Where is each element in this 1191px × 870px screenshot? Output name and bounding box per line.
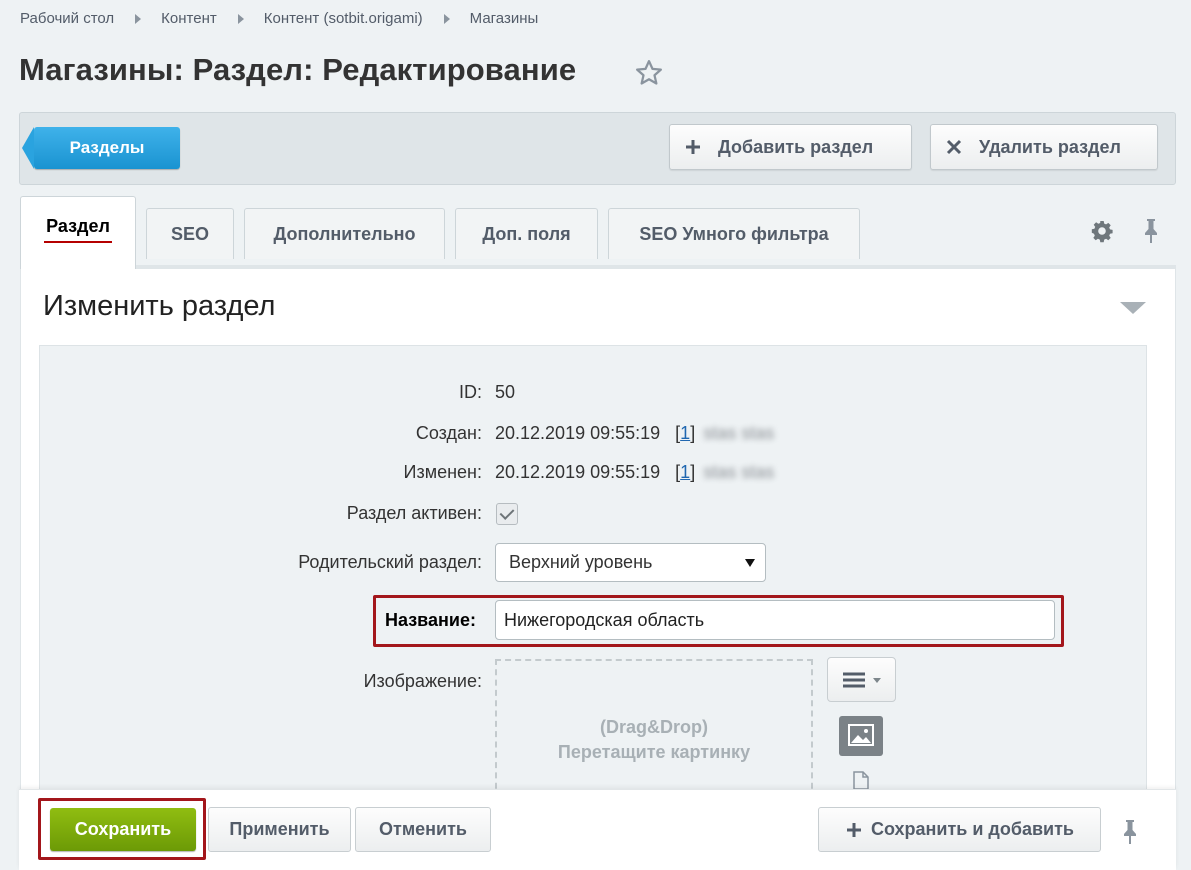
parent-section-label: Родительский раздел: <box>298 552 482 572</box>
image-dropzone[interactable]: (Drag&Drop) Перетащите картинку <box>495 659 813 799</box>
created-label: Создан: <box>415 423 482 443</box>
apply-label: Применить <box>229 819 330 839</box>
page-title: Магазины: Раздел: Редактирование <box>19 52 577 87</box>
add-section-label: Добавить раздел <box>718 136 874 157</box>
name-input[interactable] <box>495 600 1055 640</box>
modified-label: Изменен: <box>403 462 482 482</box>
active-label: Раздел активен: <box>346 503 482 523</box>
pin-icon[interactable] <box>1141 218 1161 244</box>
file-icon[interactable] <box>851 771 871 789</box>
tab-extra-fields[interactable]: Доп. поля <box>455 208 598 259</box>
created-user-link[interactable]: 1 <box>680 423 690 443</box>
star-icon[interactable] <box>634 58 664 88</box>
cancel-button[interactable]: Отменить <box>355 807 491 852</box>
breadcrumb-separator-icon <box>237 13 244 24</box>
name-label: Название: <box>385 610 476 630</box>
plus-icon <box>686 140 700 154</box>
gear-icon[interactable] <box>1090 219 1114 243</box>
sections-button-label: Разделы <box>69 138 145 157</box>
active-checkbox[interactable] <box>496 503 518 525</box>
apply-button[interactable]: Применить <box>208 807 351 852</box>
tab-seo-label: SEO <box>170 223 209 244</box>
tab-seo-smart-filter[interactable]: SEO Умного фильтра <box>608 208 860 259</box>
collapse-icon[interactable] <box>1120 302 1146 314</box>
dropdown-arrow-icon <box>745 559 755 567</box>
delete-section-label: Удалить раздел <box>979 136 1121 157</box>
created-user-name: stas stas <box>703 423 775 443</box>
pin-icon[interactable] <box>1120 819 1140 845</box>
close-icon <box>946 139 962 155</box>
modified-value-row: 20.12.2019 09:55:19 [1] stas stas <box>495 462 775 482</box>
tab-additional[interactable]: Дополнительно <box>244 208 445 259</box>
cancel-label: Отменить <box>379 819 467 839</box>
created-date: 20.12.2019 09:55:19 <box>495 423 661 443</box>
id-label: ID: <box>458 382 482 402</box>
tab-additional-label: Дополнительно <box>273 223 416 244</box>
parent-section-value: Верхний уровень <box>509 552 653 572</box>
breadcrumb-item-shops[interactable]: Магазины <box>470 10 539 27</box>
image-label: Изображение: <box>363 671 482 691</box>
image-menu-button[interactable] <box>827 657 896 702</box>
tab-section-label: Раздел <box>44 216 112 243</box>
tab-extra-fields-label: Доп. поля <box>482 223 571 244</box>
menu-icon <box>843 672 881 688</box>
plus-icon <box>846 822 861 837</box>
tab-section[interactable]: Раздел <box>20 196 136 269</box>
breadcrumb-separator-icon <box>135 13 142 24</box>
dropzone-hint-line2: Перетащите картинку <box>557 742 751 762</box>
breadcrumb-item-content-sotbit[interactable]: Контент (sotbit.origami) <box>264 10 423 27</box>
image-icon[interactable] <box>839 716 883 756</box>
breadcrumb-item-desktop[interactable]: Рабочий стол <box>20 10 114 27</box>
modified-user-name: stas stas <box>703 462 775 482</box>
dropzone-hint-line1: (Drag&Drop) <box>600 717 708 737</box>
save-button[interactable]: Сохранить <box>50 808 196 851</box>
parent-section-select[interactable]: Верхний уровень <box>495 543 766 582</box>
breadcrumb-separator-icon <box>443 13 450 24</box>
image-glyph-icon <box>848 724 874 746</box>
modified-user-link[interactable]: 1 <box>680 462 690 482</box>
tab-seo[interactable]: SEO <box>146 208 234 259</box>
save-and-add-button[interactable]: Сохранить и добавить <box>818 807 1101 852</box>
breadcrumb-item-content[interactable]: Контент <box>161 10 217 27</box>
sections-button[interactable]: Разделы <box>22 127 180 169</box>
tab-seo-smart-filter-label: SEO Умного фильтра <box>639 223 829 244</box>
modified-date: 20.12.2019 09:55:19 <box>495 462 661 482</box>
save-and-add-label: Сохранить и добавить <box>870 819 1074 839</box>
breadcrumb: Рабочий стол Контент Контент (sotbit.ori… <box>20 10 538 27</box>
add-section-button[interactable]: Добавить раздел <box>669 124 912 170</box>
panel-title: Изменить раздел <box>43 290 276 322</box>
delete-section-button[interactable]: Удалить раздел <box>930 124 1158 170</box>
id-value: 50 <box>495 382 516 402</box>
created-value-row: 20.12.2019 09:55:19 [1] stas stas <box>495 423 775 443</box>
